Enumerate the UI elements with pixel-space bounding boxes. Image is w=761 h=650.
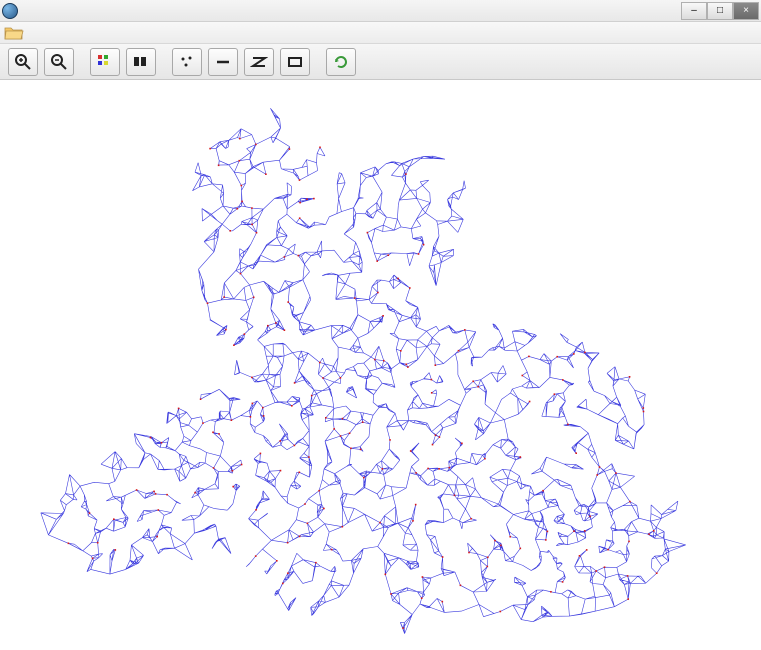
map-canvas[interactable] (0, 80, 761, 650)
open-folder-icon[interactable] (4, 25, 24, 41)
toolbar-separator (316, 48, 320, 76)
color-layers-icon (96, 53, 114, 71)
refresh-icon (332, 53, 350, 71)
color-layers-button[interactable] (90, 48, 120, 76)
close-button[interactable]: × (733, 2, 759, 20)
maximize-button[interactable]: □ (707, 2, 733, 20)
zoom-out-icon (50, 53, 68, 71)
rectangle-button[interactable] (280, 48, 310, 76)
globe-icon (2, 3, 18, 19)
zigzag-icon (250, 53, 268, 71)
window-controls: – □ × (681, 2, 759, 20)
refresh-button[interactable] (326, 48, 356, 76)
road-network-visualization (0, 80, 761, 650)
points-button[interactable] (172, 48, 202, 76)
titlebar-left (2, 3, 22, 19)
toolbar-separator (162, 48, 166, 76)
points-icon (178, 53, 196, 71)
rectangle-icon (286, 53, 304, 71)
bw-layers-button[interactable] (126, 48, 156, 76)
line-icon (214, 53, 232, 71)
window-titlebar: – □ × (0, 0, 761, 22)
toolbar-separator (80, 48, 84, 76)
zoom-in-button[interactable] (8, 48, 38, 76)
main-toolbar (0, 44, 761, 80)
menubar (0, 22, 761, 44)
line-button[interactable] (208, 48, 238, 76)
zoom-in-icon (14, 53, 32, 71)
minimize-button[interactable]: – (681, 2, 707, 20)
zoom-out-button[interactable] (44, 48, 74, 76)
bw-layers-icon (132, 53, 150, 71)
zigzag-button[interactable] (244, 48, 274, 76)
